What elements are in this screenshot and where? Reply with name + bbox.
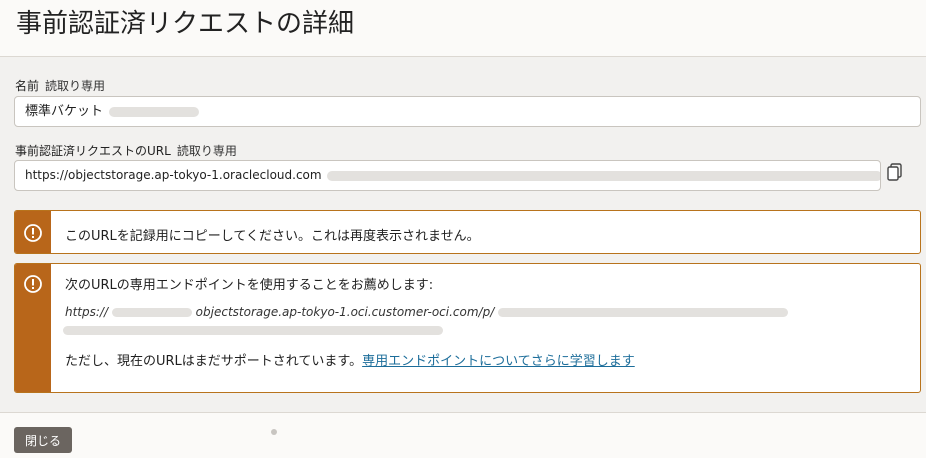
close-button[interactable]: 閉じる [14,427,72,453]
copy-warning-text: このURLを記録用にコピーしてください。これは再度表示されません。 [65,229,480,244]
dialog-title: 事前認証済リクエストの詳細 [16,9,355,39]
cursor-dot [271,429,277,435]
warning-circle-icon [24,224,42,242]
copy-warning-alert: このURLを記録用にコピーしてください。これは再度表示されません。 [14,210,921,254]
learn-more-link[interactable]: 専用エンドポイントについてさらに学習します [362,354,635,369]
url-readonly-hint: 読取り専用 [176,144,237,158]
name-field[interactable]: 標準バケット [14,96,921,127]
url-field[interactable]: https://objectstorage.ap-tokyo-1.oraclec… [14,160,881,191]
redacted-text [111,308,192,317]
name-readonly-hint: 読取り専用 [45,79,106,93]
endpoint-url-domain: objectstorage.ap-tokyo-1.oci.customer-oc… [195,305,495,319]
alert-bar [15,211,51,253]
redacted-text [109,106,200,117]
copy-icon[interactable] [885,162,905,182]
name-label: 名前 [15,79,40,93]
redacted-text [327,170,880,181]
redacted-text [498,308,789,317]
name-value: 標準バケット [25,104,104,119]
name-label-group: 名前 読取り専用 [15,77,105,94]
endpoint-url-prefix: https:// [65,305,109,319]
dialog-footer: 閉じる [0,412,926,458]
url-label: 事前認証済リクエストのURL [15,144,171,158]
redacted-text [63,326,443,335]
url-value: https://objectstorage.ap-tokyo-1.oraclec… [25,168,322,182]
endpoint-note: ただし、現在のURLはまだサポートされています。専用エンドポイントについてさらに… [65,350,635,369]
alert-bar [15,264,51,392]
endpoint-info-alert: 次のURLの専用エンドポイントを使用することをお薦めします: https:// … [14,263,921,393]
url-label-group: 事前認証済リクエストのURL 読取り専用 [15,142,237,159]
endpoint-note-text: ただし、現在のURLはまだサポートされています。 [65,354,363,369]
endpoint-url: https:// objectstorage.ap-tokyo-1.oci.cu… [65,305,789,319]
endpoint-intro-text: 次のURLの専用エンドポイントを使用することをお薦めします: [65,278,434,293]
warning-circle-icon [24,275,42,293]
dialog-header: 事前認証済リクエストの詳細 [0,0,926,57]
